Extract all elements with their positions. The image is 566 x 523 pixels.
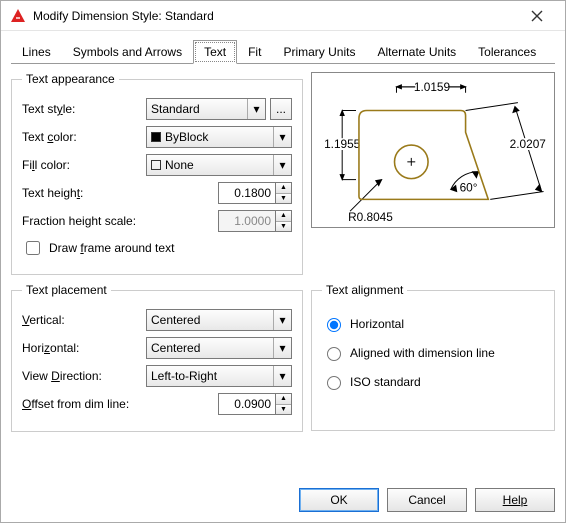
group-text-appearance: Text appearance Text style: Standard ▾ .…: [11, 72, 303, 275]
tab-lines[interactable]: Lines: [11, 40, 62, 64]
group-text-alignment: Text alignment Horizontal Aligned with d…: [311, 283, 555, 431]
vertical-value: Centered: [151, 313, 200, 327]
fill-color-label: Fill color:: [22, 158, 146, 172]
offset-spinner[interactable]: ▲▼: [218, 393, 292, 415]
color-swatch-icon: [151, 132, 161, 142]
chevron-down-icon: ▾: [273, 310, 291, 330]
svg-text:1.1955: 1.1955: [324, 137, 361, 151]
view-direction-value: Left-to-Right: [151, 369, 217, 383]
color-swatch-icon: [151, 160, 161, 170]
dimension-preview: 1.0159 1.1955: [311, 72, 555, 228]
cancel-button[interactable]: Cancel: [387, 488, 467, 512]
text-color-value: ByBlock: [165, 130, 208, 144]
text-color-label: Text color:: [22, 130, 146, 144]
ok-button[interactable]: OK: [299, 488, 379, 512]
horizontal-value: Centered: [151, 341, 200, 355]
tab-tolerances[interactable]: Tolerances: [467, 40, 547, 64]
vertical-label: Vertical:: [22, 313, 146, 327]
window-title: Modify Dimension Style: Standard: [33, 9, 517, 23]
offset-input[interactable]: [218, 393, 276, 415]
spinner-down-icon[interactable]: ▼: [276, 405, 291, 415]
tab-alternate-units[interactable]: Alternate Units: [366, 40, 467, 64]
chevron-down-icon: ▾: [273, 127, 291, 147]
dialog-window: Modify Dimension Style: Standard Lines S…: [0, 0, 566, 523]
svg-text:R0.8045: R0.8045: [348, 210, 393, 224]
fraction-height-input: [218, 210, 276, 232]
help-button[interactable]: Help: [475, 488, 555, 512]
offset-label: Offset from dim line:: [22, 397, 172, 411]
horizontal-label: Horizontal:: [22, 341, 146, 355]
group-legend: Text alignment: [322, 283, 407, 297]
tab-bar: Lines Symbols and Arrows Text Fit Primar…: [1, 31, 565, 63]
alignment-iso-label: ISO standard: [350, 375, 421, 389]
group-text-placement: Text placement Vertical: Centered ▾ Hori…: [11, 283, 303, 432]
spinner-down-icon[interactable]: ▼: [276, 194, 291, 204]
alignment-horizontal-label: Horizontal: [350, 317, 404, 331]
svg-text:60°: 60°: [460, 180, 478, 194]
group-legend: Text appearance: [22, 72, 119, 86]
titlebar: Modify Dimension Style: Standard: [1, 1, 565, 31]
spinner-down-icon: ▼: [276, 222, 291, 232]
close-button[interactable]: [517, 2, 557, 30]
spinner-up-icon[interactable]: ▲: [276, 394, 291, 405]
chevron-down-icon: ▾: [247, 99, 265, 119]
tab-primary-units[interactable]: Primary Units: [272, 40, 366, 64]
group-legend: Text placement: [22, 283, 111, 297]
dialog-footer: OK Cancel Help: [1, 480, 565, 522]
tab-fit[interactable]: Fit: [237, 40, 272, 64]
view-direction-label: View Direction:: [22, 369, 146, 383]
vertical-select[interactable]: Centered ▾: [146, 309, 292, 331]
chevron-down-icon: ▾: [273, 338, 291, 358]
fill-color-select[interactable]: None ▾: [146, 154, 292, 176]
alignment-aligned-radio[interactable]: [327, 347, 341, 361]
text-height-label: Text height:: [22, 186, 146, 200]
svg-text:2.0207: 2.0207: [510, 137, 546, 151]
text-style-value: Standard: [151, 102, 200, 116]
chevron-down-icon: ▾: [273, 155, 291, 175]
text-color-select[interactable]: ByBlock ▾: [146, 126, 292, 148]
tab-content: Text appearance Text style: Standard ▾ .…: [11, 63, 555, 480]
alignment-horizontal-radio[interactable]: [327, 318, 341, 332]
app-icon: [9, 7, 27, 25]
text-height-input[interactable]: [218, 182, 276, 204]
fill-color-value: None: [165, 158, 194, 172]
tab-symbols[interactable]: Symbols and Arrows: [62, 40, 193, 64]
fraction-height-spinner: ▲▼: [218, 210, 292, 232]
view-direction-select[interactable]: Left-to-Right ▾: [146, 365, 292, 387]
text-style-label: Text style:: [22, 102, 146, 116]
spinner-up-icon[interactable]: ▲: [276, 183, 291, 194]
draw-frame-label: Draw frame around text: [49, 241, 174, 255]
fraction-height-label: Fraction height scale:: [22, 214, 172, 228]
horizontal-select[interactable]: Centered ▾: [146, 337, 292, 359]
tab-text[interactable]: Text: [193, 40, 237, 64]
chevron-down-icon: ▾: [273, 366, 291, 386]
text-style-browse-button[interactable]: ...: [270, 98, 292, 120]
text-height-spinner[interactable]: ▲▼: [218, 182, 292, 204]
draw-frame-checkbox[interactable]: [26, 241, 40, 255]
svg-text:1.0159: 1.0159: [414, 80, 451, 94]
spinner-up-icon: ▲: [276, 211, 291, 222]
text-style-select[interactable]: Standard ▾: [146, 98, 266, 120]
alignment-aligned-label: Aligned with dimension line: [350, 346, 495, 360]
alignment-iso-radio[interactable]: [327, 376, 341, 390]
